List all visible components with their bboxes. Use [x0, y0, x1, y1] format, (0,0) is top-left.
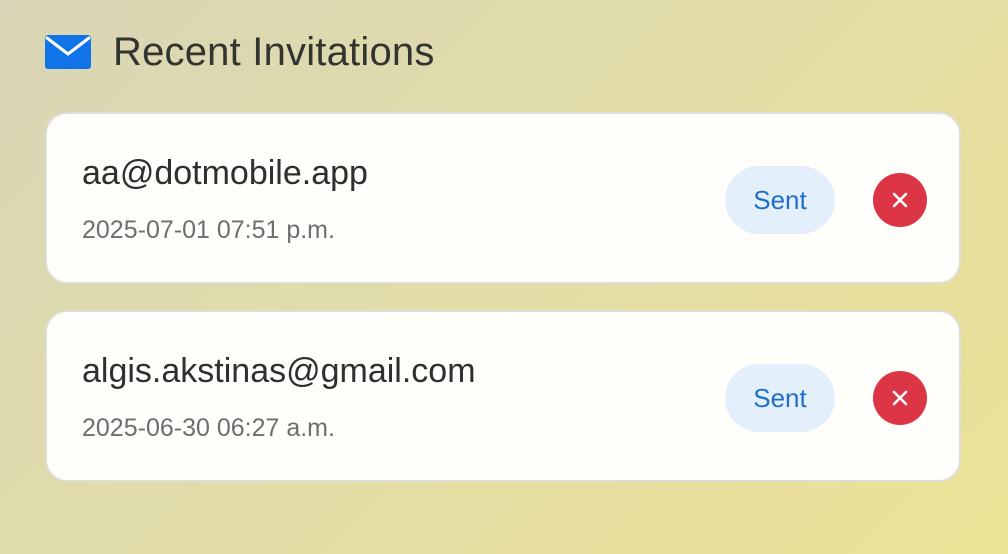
invitation-card: aa@dotmobile.app 2025-07-01 07:51 p.m. S… — [45, 112, 961, 284]
invitation-email: algis.akstinas@gmail.com — [82, 352, 476, 390]
status-badge: Sent — [725, 166, 835, 234]
invitation-timestamp: 2025-06-30 06:27 a.m. — [82, 414, 335, 442]
invitation-timestamp: 2025-07-01 07:51 p.m. — [82, 216, 335, 244]
section-header: Recent Invitations — [45, 28, 435, 76]
close-icon — [892, 192, 908, 208]
page-title: Recent Invitations — [113, 29, 435, 74]
close-icon — [892, 390, 908, 406]
delete-invitation-button[interactable] — [873, 371, 927, 425]
invitation-email: aa@dotmobile.app — [82, 154, 368, 192]
mail-icon — [45, 35, 91, 69]
status-badge: Sent — [725, 364, 835, 432]
delete-invitation-button[interactable] — [873, 173, 927, 227]
invitation-card: algis.akstinas@gmail.com 2025-06-30 06:2… — [45, 310, 961, 482]
